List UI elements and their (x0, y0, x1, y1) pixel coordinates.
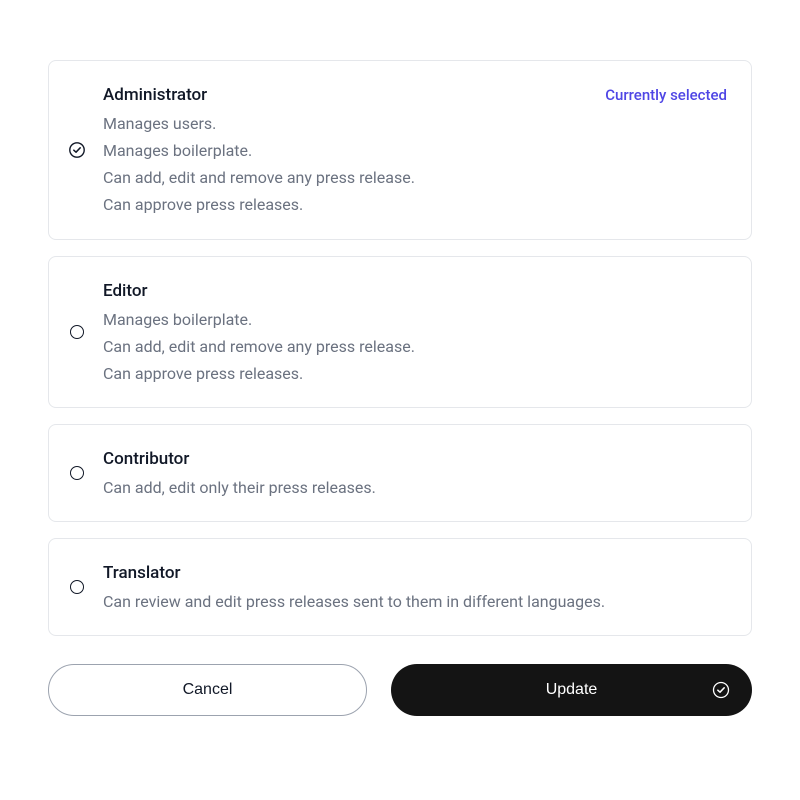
role-description: Manages boilerplate. Can add, edit and r… (103, 306, 727, 388)
role-body: Administrator Currently selected Manages… (103, 81, 727, 219)
role-option-administrator[interactable]: Administrator Currently selected Manages… (48, 60, 752, 240)
action-buttons: Cancel Update (48, 664, 752, 716)
role-head: Translator (103, 559, 727, 588)
currently-selected-badge: Currently selected (605, 86, 727, 104)
cancel-button[interactable]: Cancel (48, 664, 367, 716)
role-body: Contributor Can add, edit only their pre… (103, 445, 727, 501)
role-title: Editor (103, 277, 147, 306)
role-body: Editor Manages boilerplate. Can add, edi… (103, 277, 727, 387)
role-option-editor[interactable]: Editor Manages boilerplate. Can add, edi… (48, 256, 752, 408)
role-title: Translator (103, 559, 180, 588)
role-title: Administrator (103, 81, 207, 110)
check-circle-icon (712, 681, 730, 699)
role-title: Contributor (103, 445, 189, 474)
role-body: Translator Can review and edit press rel… (103, 559, 727, 615)
radio-empty-icon (69, 465, 85, 481)
role-option-contributor[interactable]: Contributor Can add, edit only their pre… (48, 424, 752, 522)
role-description: Can review and edit press releases sent … (103, 588, 727, 615)
radio-empty-icon (69, 579, 85, 595)
radio-selected-icon (69, 142, 85, 158)
update-button-label: Update (441, 681, 702, 699)
radio-empty-icon (69, 324, 85, 340)
role-description: Can add, edit only their press releases. (103, 474, 727, 501)
role-head: Editor (103, 277, 727, 306)
update-button[interactable]: Update (391, 664, 752, 716)
role-option-translator[interactable]: Translator Can review and edit press rel… (48, 538, 752, 636)
cancel-button-label: Cancel (183, 681, 233, 699)
role-head: Administrator Currently selected (103, 81, 727, 110)
role-selector: Administrator Currently selected Manages… (0, 0, 800, 716)
role-description: Manages users. Manages boilerplate. Can … (103, 110, 727, 219)
role-head: Contributor (103, 445, 727, 474)
